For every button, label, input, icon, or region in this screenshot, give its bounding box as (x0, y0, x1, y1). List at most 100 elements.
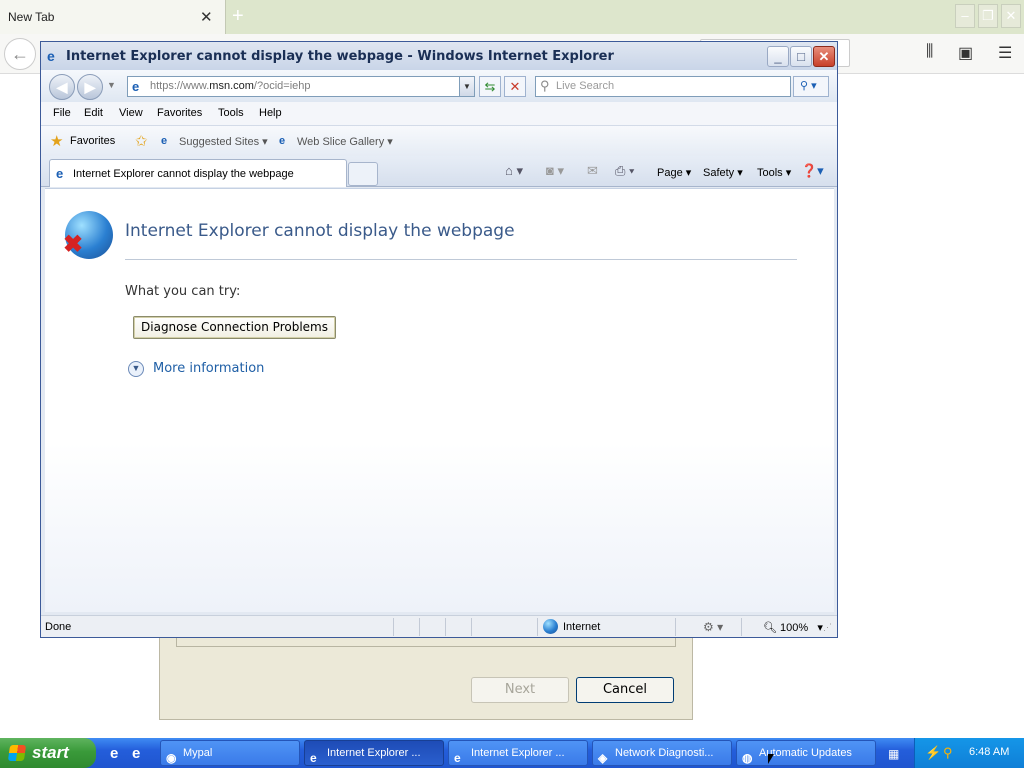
close-window-icon[interactable]: ✕ (1001, 4, 1021, 28)
task-automatic-updates[interactable]: ◍ Automatic Updates (736, 740, 876, 766)
system-tray: ⚡ ⚲ 6:48 AM (914, 738, 1024, 768)
new-tab-button[interactable] (348, 162, 378, 186)
menu-bar: File Edit View Favorites Tools Help (41, 102, 837, 126)
sidebar-icon[interactable]: ▣ (958, 43, 973, 63)
minimize-button[interactable]: _ (767, 46, 789, 67)
ie-icon: e (454, 751, 461, 765)
windows-logo-icon (7, 745, 27, 761)
library-icon[interactable]: ⫼ (926, 43, 933, 61)
status-separator (675, 618, 676, 636)
web-slice-gallery-link[interactable]: Web Slice Gallery ▾ (297, 135, 393, 148)
status-separator (741, 618, 742, 636)
history-dropdown-icon[interactable]: ▼ (107, 80, 116, 90)
favorites-button[interactable]: Favorites (70, 135, 115, 147)
tab-active[interactable]: e Internet Explorer cannot display the w… (49, 159, 347, 187)
ie-page-icon: e (279, 135, 286, 147)
ie-title-bar[interactable]: e Internet Explorer cannot display the w… (41, 42, 837, 70)
quick-launch-ie-icon[interactable]: e (110, 745, 118, 762)
search-icon: ⚲ (540, 78, 550, 93)
feeds-icon[interactable]: ◙ ▾ (546, 163, 564, 179)
menu-view[interactable]: View (119, 107, 143, 119)
ie-icon: e (310, 751, 317, 765)
firefox-tab-bar: New Tab ✕ + – ❐ ✕ (0, 0, 1024, 34)
page-icon: e (132, 79, 140, 94)
resize-grip-icon[interactable]: ⋰ (823, 622, 832, 633)
what-you-can-try-label: What you can try: (125, 284, 241, 299)
quick-launch-ie-icon[interactable]: e (132, 745, 140, 762)
tab-title: Internet Explorer cannot display the web… (73, 168, 294, 180)
next-button[interactable]: Next (471, 677, 569, 703)
restore-icon[interactable]: ❐ (978, 4, 998, 28)
task-label: Network Diagnosti... (615, 747, 714, 759)
task-label: Internet Explorer ... (471, 747, 565, 759)
mail-icon[interactable]: ✉ (587, 163, 598, 179)
menu-file[interactable]: File (53, 107, 71, 119)
maximize-button[interactable]: □ (790, 46, 812, 67)
print-icon[interactable]: ⎙ ▾ (615, 163, 634, 179)
favorites-star-icon: ★ (50, 133, 64, 150)
back-button[interactable]: ← (4, 38, 36, 70)
task-network-diagnostics[interactable]: ◈ Network Diagnosti... (592, 740, 732, 766)
expand-circle-icon[interactable]: ▼ (128, 361, 144, 377)
start-button[interactable]: start (0, 738, 96, 768)
address-dropdown-icon[interactable]: ▼ (459, 76, 475, 97)
clock: 6:48 AM (969, 746, 1010, 758)
stop-button[interactable]: ✕ (504, 76, 526, 97)
tools-menu[interactable]: Tools ▾ (757, 166, 791, 179)
menu-favorites[interactable]: Favorites (157, 107, 202, 119)
help-icon[interactable]: ❓▾ (801, 163, 824, 179)
search-input[interactable]: ⚲ Live Search (535, 76, 791, 97)
home-icon[interactable]: ⌂ ▾ (505, 163, 523, 179)
dialog-panel (176, 637, 676, 647)
status-text: Done (45, 621, 72, 633)
more-information-link[interactable]: More information (153, 361, 264, 376)
menu-edit[interactable]: Edit (84, 107, 103, 119)
network-tray-icon[interactable]: ⚡ (925, 745, 941, 761)
task-internet-explorer-active[interactable]: e Internet Explorer ... (304, 740, 444, 766)
zoom-level: 100% (780, 622, 809, 634)
suggested-sites-link[interactable]: Suggested Sites ▾ (179, 135, 268, 148)
ie-page-icon: e (161, 135, 168, 147)
task-internet-explorer[interactable]: e Internet Explorer ... (448, 740, 588, 766)
close-button[interactable]: ✕ (813, 46, 835, 67)
status-separator (471, 618, 472, 636)
updates-globe-icon: ◍ (742, 751, 753, 765)
protected-mode-icon[interactable]: ⚙ ▾ (703, 620, 723, 634)
error-title: Internet Explorer cannot display the web… (125, 221, 515, 241)
menu-tools[interactable]: Tools (218, 107, 244, 119)
keyboard-icon[interactable]: ▦ (888, 747, 899, 761)
safety-menu[interactable]: Safety ▾ (703, 166, 743, 179)
menu-help[interactable]: Help (259, 107, 282, 119)
window-title: Internet Explorer cannot display the web… (66, 49, 614, 64)
search-button[interactable]: ⚲ ▾ (793, 76, 829, 97)
page-content: ✖ Internet Explorer cannot display the w… (45, 188, 834, 612)
firefox-tab-new-tab[interactable]: New Tab ✕ (0, 0, 226, 34)
task-label: Mypal (183, 747, 213, 759)
new-tab-icon[interactable]: + (232, 5, 244, 28)
diagnose-connection-button[interactable]: Diagnose Connection Problems (133, 316, 336, 339)
status-separator (445, 618, 446, 636)
address-bar-row: ◀ ▶ ▼ e https://www.msn.com/?ocid=iehp ▼… (41, 70, 837, 102)
taskbar: start e e ◉ Mypal e Internet Explorer ..… (0, 738, 1024, 768)
search-tray-icon[interactable]: ⚲ (943, 745, 953, 761)
search-placeholder: Live Search (556, 80, 615, 92)
zoom-icon: 🔍︎ (763, 622, 777, 634)
network-diagnostics-icon: ◈ (598, 751, 608, 765)
address-input[interactable]: e https://www.msn.com/?ocid=iehp (127, 76, 475, 97)
zoom-control[interactable]: 🔍︎ 100% ▾ (763, 621, 823, 634)
refresh-button[interactable]: ⇆ (479, 76, 501, 97)
close-icon[interactable]: ✕ (200, 8, 213, 26)
minimize-icon[interactable]: – (955, 4, 975, 28)
back-button[interactable]: ◀ (49, 74, 75, 100)
address-url: https://www.msn.com/?ocid=iehp (150, 80, 311, 92)
add-favorites-icon[interactable]: ✩ (135, 132, 148, 150)
hamburger-menu-icon[interactable]: ☰ (998, 43, 1012, 63)
status-bar: Done Internet ⚙ ▾ 🔍︎ 100% ▾ ⋰ (41, 615, 837, 637)
forward-button[interactable]: ▶ (77, 74, 103, 100)
task-mypal[interactable]: ◉ Mypal (160, 740, 300, 766)
network-diagnostics-dialog: Next Cancel (159, 636, 693, 720)
cancel-button[interactable]: Cancel (576, 677, 674, 703)
page-menu[interactable]: Page ▾ (657, 166, 691, 179)
zone-label: Internet (563, 621, 601, 633)
ie-window: e Internet Explorer cannot display the w… (40, 41, 838, 638)
